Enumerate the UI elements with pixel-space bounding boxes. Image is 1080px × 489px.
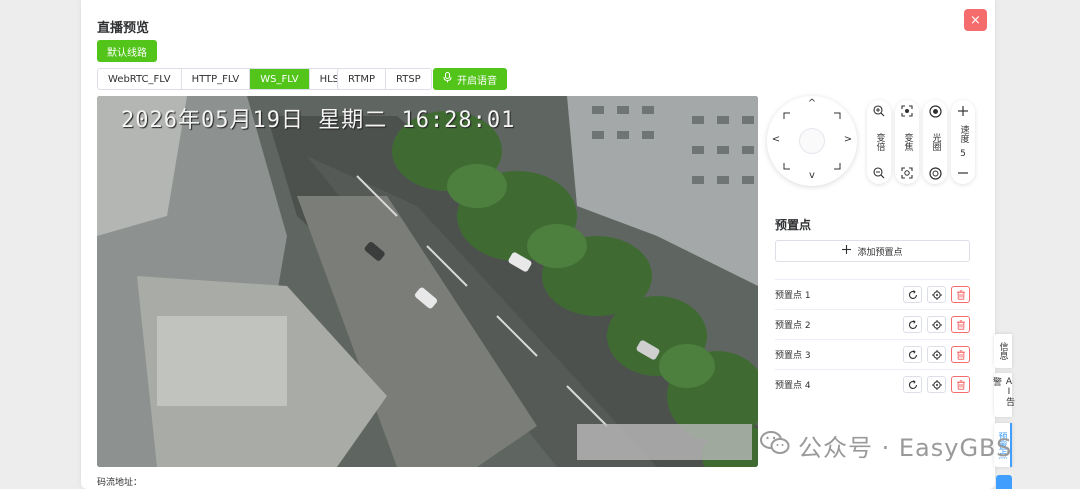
preset-delete-button[interactable] [951,376,970,393]
trash-icon [956,319,965,330]
iris-close-icon[interactable] [928,166,942,180]
side-collapse-button[interactable] [996,475,1012,489]
trash-icon [956,349,965,360]
close-button[interactable]: × [964,9,987,31]
list-item: 预置点 2 [775,309,970,339]
plus-icon [842,245,852,257]
stream-address-label: 码流地址： [97,478,143,488]
side-tab-info[interactable]: 信息 [994,334,1012,368]
video-player[interactable]: 2026年05月19日 星期二 16:28:01 [97,96,758,467]
ptz-center-button[interactable] [799,128,825,154]
microphone-icon [443,72,452,86]
zoom-label: 变倍 [874,133,885,151]
preset-section-title: 预置点 [775,218,812,232]
preset-delete-button[interactable] [951,286,970,303]
preset-locate-button[interactable] [927,346,946,363]
locate-icon [931,379,942,390]
locate-icon [931,289,942,300]
voice-button-label: 开启语音 [457,75,497,87]
speed-decrease-icon[interactable] [956,166,970,180]
default-route-button[interactable]: 默认线路 [97,40,157,62]
zoom-control: 变倍 [867,100,891,184]
ptz-direction-pad: ^ v < > [767,96,857,186]
preset-name: 预置点 3 [775,351,811,361]
speed-increase-icon[interactable] [956,104,970,118]
trash-icon [956,379,965,390]
preset-call-button[interactable] [903,346,922,363]
preset-name: 预置点 4 [775,381,811,391]
watermark-text: 公众号 · EasyGBS [798,434,1013,462]
preset-delete-button[interactable] [951,346,970,363]
locate-icon [931,349,942,360]
live-preview-dialog: 直播预览 × 默认线路 WebRTC_FLV HTTP_FLV WS_FLV H… [81,0,995,489]
focus-in-icon[interactable] [900,104,914,118]
preset-call-button[interactable] [903,376,922,393]
protocol-tabs-rtmp-rtsp: RTMP RTSP [337,68,432,90]
refresh-icon [908,349,917,359]
refresh-icon [908,379,917,389]
preset-locate-button[interactable] [927,376,946,393]
preset-call-button[interactable] [903,286,922,303]
list-item: 预置点 3 [775,339,970,369]
list-item: 预置点 1 [775,279,970,309]
refresh-icon [908,289,917,299]
side-tab-ai-alarm[interactable]: AI告警 [991,373,1014,417]
speed-label: 速度 [958,124,969,143]
tab-http-flv[interactable]: HTTP_FLV [182,69,251,89]
tab-rtmp[interactable]: RTMP [338,69,386,89]
voice-button[interactable]: 开启语音 [433,68,507,90]
video-osd-timestamp: 2026年05月19日 星期二 16:28:01 [121,108,516,133]
protocol-tabs: WebRTC_FLV HTTP_FLV WS_FLV HLS [97,68,351,90]
locate-icon [931,319,942,330]
focus-out-icon[interactable] [900,166,914,180]
iris-open-icon[interactable] [928,104,942,118]
preset-list: 预置点 1 预置点 2 预置点 3 预置点 4 [775,279,970,399]
dialog-title: 直播预览 [97,21,150,36]
iris-label: 光圈 [930,133,941,151]
tab-rtsp[interactable]: RTSP [386,69,431,89]
refresh-icon [908,319,917,329]
preset-delete-button[interactable] [951,316,970,333]
preset-locate-button[interactable] [927,316,946,333]
preset-call-button[interactable] [903,316,922,333]
preset-name: 预置点 2 [775,321,811,331]
zoom-in-icon[interactable] [872,104,886,118]
list-item: 预置点 4 [775,369,970,399]
camera-feed-image [97,96,758,467]
wechat-icon [760,430,790,462]
iris-control: 光圈 [923,100,947,184]
tab-webrtc-flv[interactable]: WebRTC_FLV [98,69,182,89]
preset-locate-button[interactable] [927,286,946,303]
speed-control: 速度 5 [951,100,975,184]
preset-name: 预置点 1 [775,291,811,301]
focus-label: 变焦 [902,133,913,151]
trash-icon [956,289,965,300]
speed-value: 5 [960,149,966,160]
tab-ws-flv[interactable]: WS_FLV [250,69,310,89]
focus-control: 变焦 [895,100,919,184]
watermark: 公众号 · EasyGBS [760,428,1012,463]
add-preset-button[interactable]: 添加预置点 [775,240,970,262]
add-preset-label: 添加预置点 [857,247,903,258]
zoom-out-icon[interactable] [872,166,886,180]
